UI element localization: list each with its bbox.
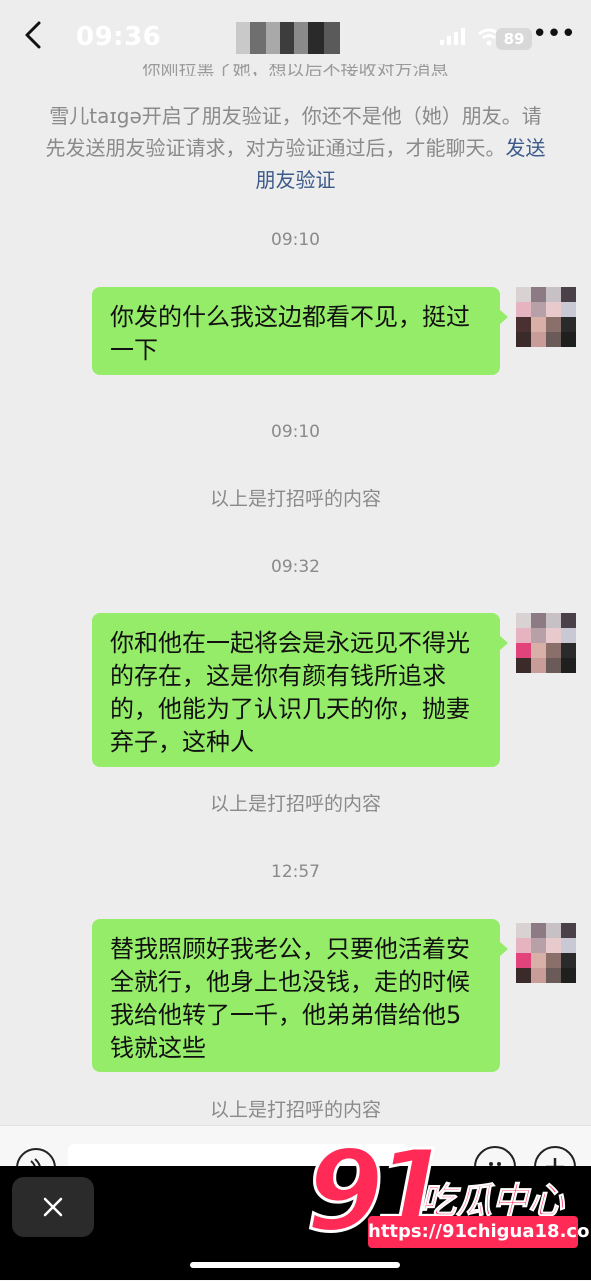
message-bubble[interactable]: 你和他在一起将会是永远见不得光的存在，这是你有颜有钱所追求的，他能为了认识几天的… [92,613,508,767]
status-time: 09:36 [76,22,162,52]
friend-verification-notice: 雪儿taɪgə开启了朋友验证，你还不是他（她）朋友。请先发送朋友验证请求，对方验… [40,100,551,196]
notice-text: 雪儿taɪgə开启了朋友验证，你还不是他（她）朋友。请先发送朋友验证请求，对方验… [45,104,542,160]
close-button[interactable] [12,1177,94,1237]
message-timestamp: 09:32 [271,557,320,577]
message-bubble[interactable]: 替我照顾好我老公，只要他活着安全就行，他身上也没钱，走的时候我给他转了一千，他弟… [92,919,508,1072]
avatar[interactable] [516,923,576,983]
home-indicator[interactable] [190,1262,400,1268]
more-icon[interactable]: ••• [532,21,576,48]
message-timestamp: 09:10 [271,230,320,250]
battery-indicator: 89 [496,28,532,50]
greeting-note: 以上是打招呼的内容 [209,1099,381,1121]
chevron-left-icon [25,21,41,49]
system-icons [439,28,501,46]
close-icon [43,1197,63,1217]
status-bar: 09:36 89 ••• 你刚拉黑了她，想以后不接收对方消息 [0,0,591,80]
message-bubble[interactable]: 你发的什么我这边都看不见，挺过一下 [92,287,508,375]
avatar[interactable] [516,613,576,673]
signal-icon [440,28,465,45]
contact-name-mosaic [236,22,340,54]
greeting-note: 以上是打招呼的内容 [209,793,381,815]
watermark-url: https://91chigua18.com [368,1216,591,1248]
avatar[interactable] [516,287,576,347]
greeting-note: 以上是打招呼的内容 [209,488,381,510]
message-timestamp: 09:10 [271,422,320,442]
truncated-notice: 你刚拉黑了她，想以后不接收对方消息 [142,60,449,76]
message-timestamp: 12:57 [271,862,320,882]
back-button[interactable] [18,18,48,52]
